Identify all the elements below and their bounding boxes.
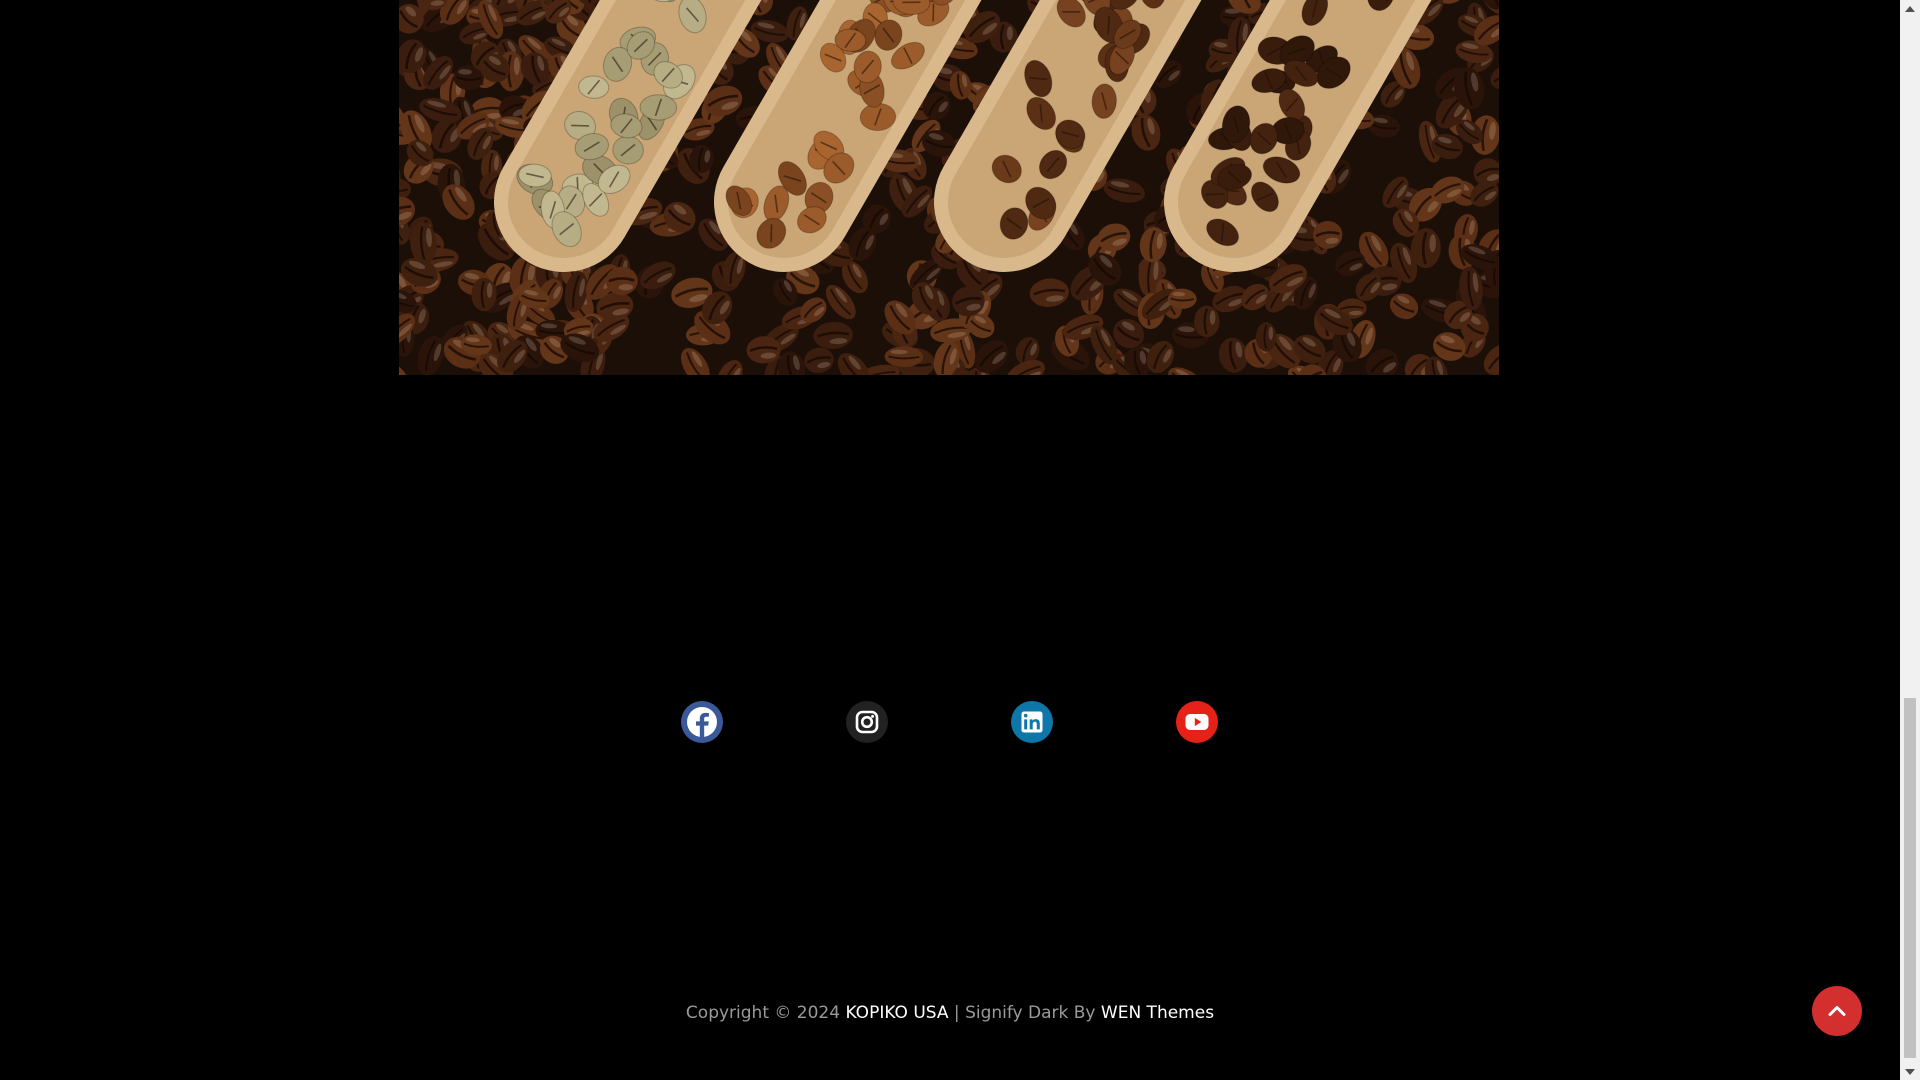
scrollbar-thumb[interactable] [1904,698,1916,1058]
page: Copyright © 2024 KOPIKO USA | Signify Da… [0,0,1920,1080]
site-footer: Copyright © 2024 KOPIKO USA | Signify Da… [0,1003,1900,1023]
facebook-icon [681,701,723,743]
chevron-up-icon [1828,1006,1846,1016]
copyright-text: Copyright © 2024 [685,1003,841,1023]
youtube-link[interactable] [1176,701,1218,743]
triangle-up-icon [1905,5,1915,12]
triangle-down-icon [1905,1068,1915,1075]
site-name-link[interactable]: KOPIKO USA [845,1003,948,1023]
youtube-icon [1176,701,1218,743]
scroll-to-top-button[interactable] [1812,986,1862,1036]
footer-separator: | [953,1003,960,1023]
linkedin-link[interactable] [1011,701,1053,743]
instagram-link[interactable] [846,701,888,743]
scroll-up-arrow[interactable] [1900,0,1920,17]
coffee-beans-image [399,0,1499,375]
social-links [0,701,1900,743]
theme-credit-text: Signify Dark By [965,1003,1096,1023]
linkedin-icon [1011,701,1053,743]
theme-author-link[interactable]: WEN Themes [1101,1003,1214,1023]
vertical-scrollbar[interactable] [1900,0,1920,1080]
facebook-link[interactable] [681,701,723,743]
instagram-icon [846,701,888,743]
hero-image [399,0,1499,375]
scroll-down-arrow[interactable] [1900,1063,1920,1080]
